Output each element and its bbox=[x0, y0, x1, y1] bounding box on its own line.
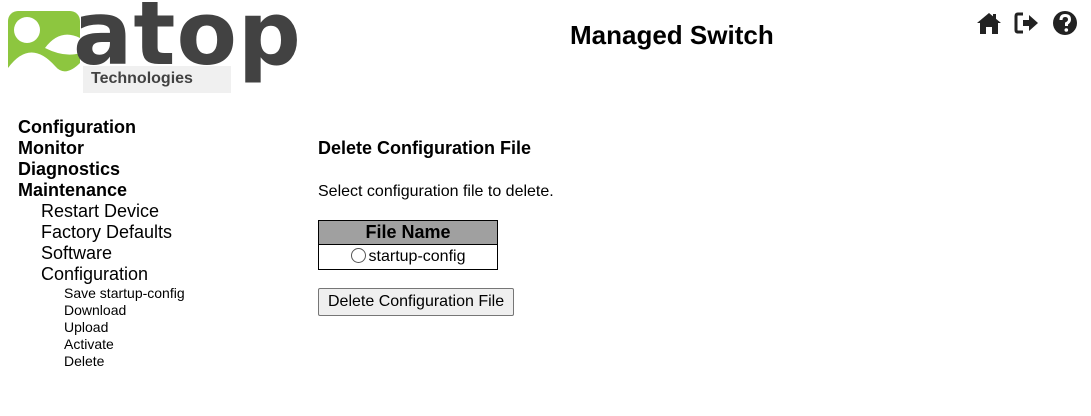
file-name-label: startup-config bbox=[368, 248, 466, 265]
nav-item-upload[interactable]: Upload bbox=[18, 319, 185, 336]
table-row: startup-config bbox=[318, 244, 498, 270]
nav-item-activate[interactable]: Activate bbox=[18, 336, 185, 353]
nav-item-download[interactable]: Download bbox=[18, 302, 185, 319]
nav-item-delete[interactable]: Delete bbox=[18, 353, 185, 370]
nav-item-save-startup-config[interactable]: Save startup-config bbox=[18, 285, 185, 302]
sidebar-nav: Configuration Monitor Diagnostics Mainte… bbox=[18, 117, 185, 370]
main-content: Delete Configuration File Select configu… bbox=[318, 138, 554, 316]
logout-icon[interactable] bbox=[1014, 10, 1040, 36]
file-table: File Name startup-config bbox=[318, 220, 498, 270]
nav-item-monitor[interactable]: Monitor bbox=[18, 138, 185, 159]
nav-item-configuration[interactable]: Configuration bbox=[18, 117, 185, 138]
top-icon-bar bbox=[976, 10, 1078, 36]
file-cell: startup-config bbox=[318, 244, 498, 270]
file-radio-button[interactable] bbox=[350, 248, 366, 263]
nav-item-maintenance-configuration[interactable]: Configuration bbox=[18, 264, 185, 285]
page-title: Delete Configuration File bbox=[318, 138, 532, 158]
app-title: Managed Switch bbox=[570, 20, 774, 50]
nav-item-maintenance[interactable]: Maintenance bbox=[18, 180, 185, 201]
logo-text: atop bbox=[73, 0, 302, 85]
delete-configuration-file-button[interactable]: Delete Configuration File bbox=[318, 288, 515, 316]
page-description: Select configuration file to delete. bbox=[318, 183, 554, 200]
home-icon[interactable] bbox=[976, 10, 1002, 36]
atop-logo: atop Technologies bbox=[5, 0, 301, 93]
file-name-column-header: File Name bbox=[318, 220, 498, 245]
nav-item-factory-defaults[interactable]: Factory Defaults bbox=[18, 222, 185, 243]
logo-subtext: Technologies bbox=[91, 70, 193, 87]
nav-item-diagnostics[interactable]: Diagnostics bbox=[18, 159, 185, 180]
nav-item-restart-device[interactable]: Restart Device bbox=[18, 201, 185, 222]
nav-item-software[interactable]: Software bbox=[18, 243, 185, 264]
help-icon[interactable] bbox=[1052, 10, 1078, 36]
